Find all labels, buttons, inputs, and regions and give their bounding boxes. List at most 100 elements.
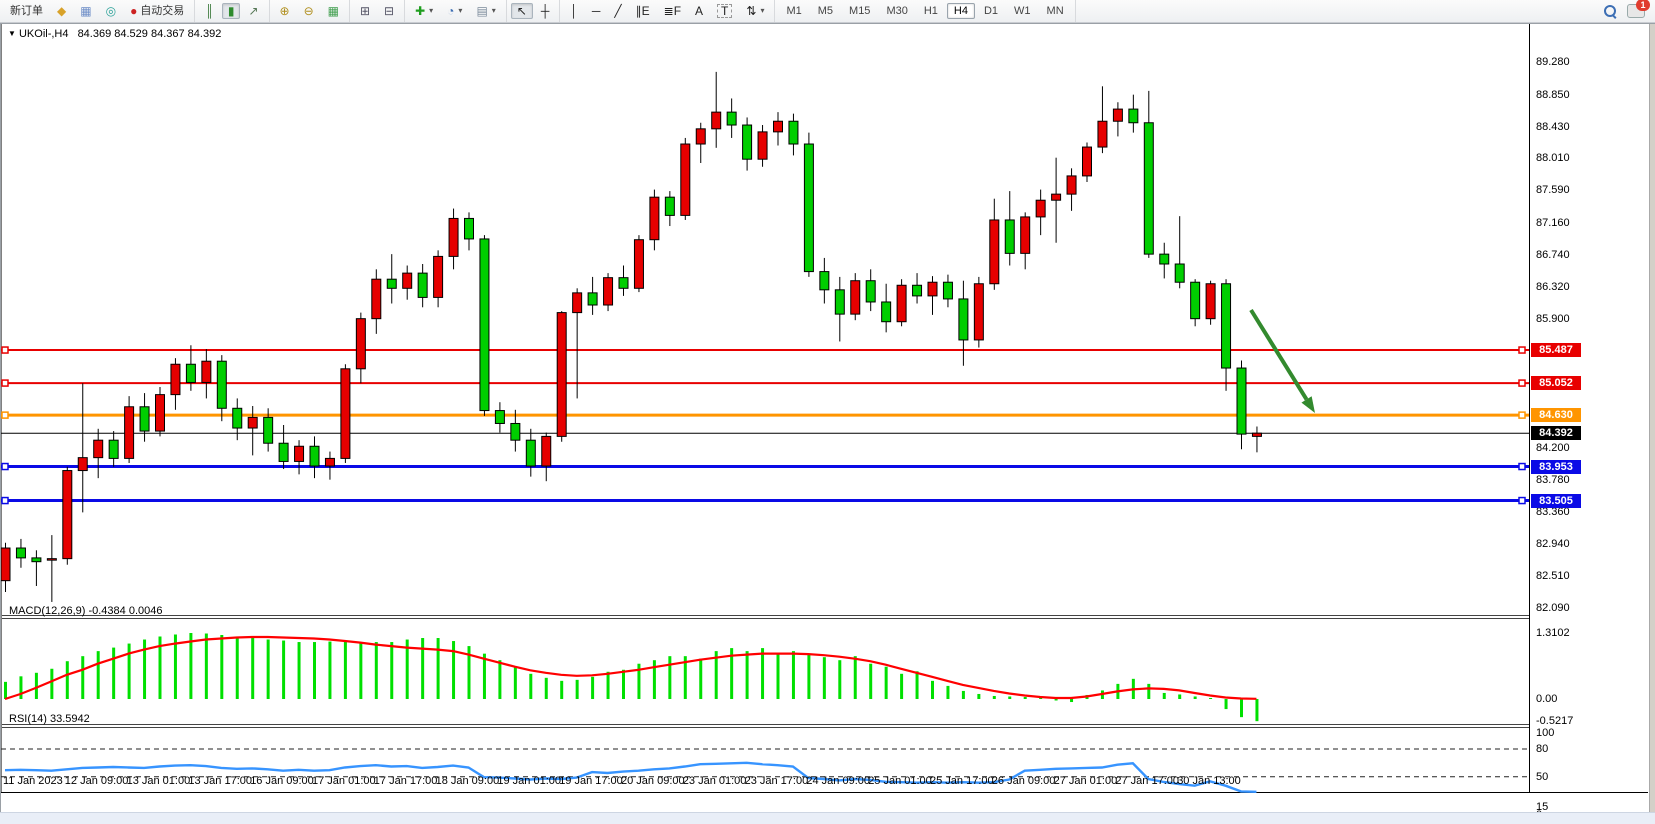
candle [16,548,25,558]
hline-85.487[interactable] [1,347,1529,353]
candle [403,273,412,288]
timeframe-M1-button[interactable]: M1 [779,3,808,19]
chart-shift-button[interactable]: ⊟ [378,3,400,19]
trendline-tool-icon: ╱ [614,5,621,17]
candle [851,281,860,314]
period-clock-button-icon: ◔ [447,5,454,17]
candle [310,446,319,466]
hline-83.505[interactable] [1,498,1529,504]
horizontal-line-tool[interactable]: ─ [586,3,607,19]
timeframe-MN-button[interactable]: MN [1040,3,1071,19]
auto-trading-button[interactable]: ●自动交易 [124,1,190,21]
add-indicator-button-caret-icon[interactable]: ▾ [429,3,433,19]
new-order-button[interactable]: 新订单 [4,1,49,21]
text-tool[interactable]: A [689,3,709,19]
timeframe-M5-button[interactable]: M5 [811,3,840,19]
bar-chart-type-button[interactable]: ║ [199,3,220,19]
timeframe-M15-button[interactable]: M15 [842,3,877,19]
vertical-line-tool[interactable]: │ [564,3,584,19]
text-label-tool-icon: T [717,4,732,18]
candle [866,281,875,302]
symbol-dropdown-icon[interactable]: ▼ [8,29,16,38]
candle [758,132,767,159]
candle [202,361,211,382]
price-line-badge: 85.487 [1531,343,1581,357]
candle [604,278,613,305]
candle [573,293,582,313]
tile-windows-button[interactable]: ▦ [322,3,345,19]
zoom-in-button[interactable]: ⊕ [274,3,296,19]
period-clock-button[interactable]: ◔▾ [441,1,468,21]
channel-tool[interactable]: ∥E [630,3,656,19]
hline-83.953[interactable] [1,464,1529,470]
arrows-tool[interactable]: ⇅▾ [740,1,770,21]
fibonacci-tool-icon: ≣F [664,5,681,17]
cursor-tool-button[interactable]: ↖ [511,3,533,19]
trendline-tool[interactable]: ╱ [608,3,627,19]
candle [47,559,56,561]
search-icon[interactable] [1604,5,1617,18]
candle [588,293,597,305]
candle [943,282,952,299]
time-tick-label: 23 Jan 01:00 [683,775,747,787]
chat-icon[interactable]: 1 [1627,4,1645,18]
period-clock-button-caret-icon[interactable]: ▾ [458,3,462,19]
price-tick-label: 88.010 [1536,152,1570,164]
price-tick-label: 87.590 [1536,184,1570,196]
price-line-badge: 84.630 [1531,408,1581,422]
horizontal-line-tool-icon: ─ [592,5,601,17]
chart-canvas[interactable] [1,24,1655,798]
candle [279,443,288,461]
candle [372,279,381,318]
timeframe-W1-button[interactable]: W1 [1007,3,1038,19]
auto-trading-button-icon: ● [130,5,137,17]
text-label-tool[interactable]: T [711,2,738,20]
price-tick-label: 88.850 [1536,89,1570,101]
candle [913,285,922,296]
add-indicator-button[interactable]: ✚▾ [409,1,439,21]
time-tick-label: 27 Jan 01:00 [1054,775,1118,787]
price-tick-label: 87.160 [1536,217,1570,229]
arrows-tool-caret-icon[interactable]: ▾ [760,3,764,19]
hline-84.630[interactable] [1,412,1529,418]
signals-icon[interactable]: ◎ [100,3,122,19]
time-tick-label: 19 Jan 01:00 [497,775,561,787]
new-order-button-label: 新订单 [10,3,43,19]
candle [1144,123,1153,254]
candle [495,411,504,424]
price-tick-label: 82.940 [1536,538,1570,550]
candle [248,417,257,428]
timeframe-H4-button[interactable]: H4 [947,3,975,19]
candle [1113,109,1122,121]
crosshair-tool-button[interactable]: ┼ [535,3,556,19]
candle [125,407,134,459]
zoom-in-button-icon: ⊕ [280,5,290,17]
line-chart-type-button[interactable]: ↗ [242,3,264,19]
market-watch-icon[interactable]: ▦ [74,3,97,19]
candlestick-chart-type-button[interactable]: ▮ [222,3,241,19]
candle [1036,200,1045,217]
auto-arrange-button[interactable]: ⊞ [354,3,376,19]
fibonacci-tool[interactable]: ≣F [658,3,687,19]
template-button[interactable]: ▤▾ [470,1,501,21]
candle [1237,368,1246,434]
candle [727,112,736,125]
candle [140,407,149,431]
price-tick-label: 85.900 [1536,313,1570,325]
timeframe-H1-button[interactable]: H1 [917,3,945,19]
add-indicator-button-icon: ✚ [415,5,425,17]
arrow-annotation[interactable] [1251,310,1315,413]
candle [1098,121,1107,147]
chart-shift-button-icon: ⊟ [384,5,394,17]
template-button-caret-icon[interactable]: ▾ [492,3,496,19]
timeframe-D1-button[interactable]: D1 [977,3,1005,19]
time-tick-label: 17 Jan 17:00 [374,775,438,787]
candle [94,440,103,457]
bar-chart-type-button-icon: ║ [205,5,214,17]
new-order-icon[interactable]: ◆ [51,3,72,19]
ohlc-readout: 84.369 84.529 84.367 84.392 [78,28,222,40]
candle [418,273,427,297]
zoom-out-button[interactable]: ⊖ [298,3,320,19]
candle [990,220,999,284]
timeframe-M30-button[interactable]: M30 [879,3,914,19]
